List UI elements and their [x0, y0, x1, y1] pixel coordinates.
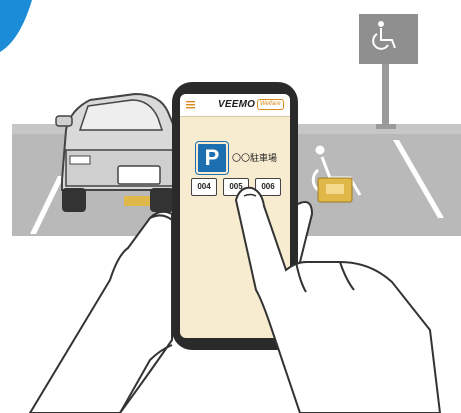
parking-stopper: [124, 196, 150, 206]
slot-button-005[interactable]: 005: [223, 178, 249, 196]
smartphone: VEEMO Welfare P 〇〇駐車場 004 005 006: [172, 82, 298, 350]
app-header: VEEMO Welfare: [180, 94, 290, 117]
accessibility-sign: [359, 14, 418, 129]
brand-logo: VEEMO: [218, 99, 256, 110]
parking-icon: P: [195, 141, 229, 175]
app-screen: VEEMO Welfare P 〇〇駐車場 004 005 006: [180, 94, 290, 338]
welfare-badge: Welfare: [257, 99, 284, 110]
left-hand: [28, 210, 173, 413]
parking-stopper: [317, 177, 353, 203]
slot-button-004[interactable]: 004: [191, 178, 217, 196]
slot-button-006[interactable]: 006: [255, 178, 281, 196]
blue-corner-shape: [0, 0, 32, 52]
hamburger-menu-icon[interactable]: [186, 100, 195, 109]
parking-lot-name: 〇〇駐車場: [232, 153, 278, 163]
